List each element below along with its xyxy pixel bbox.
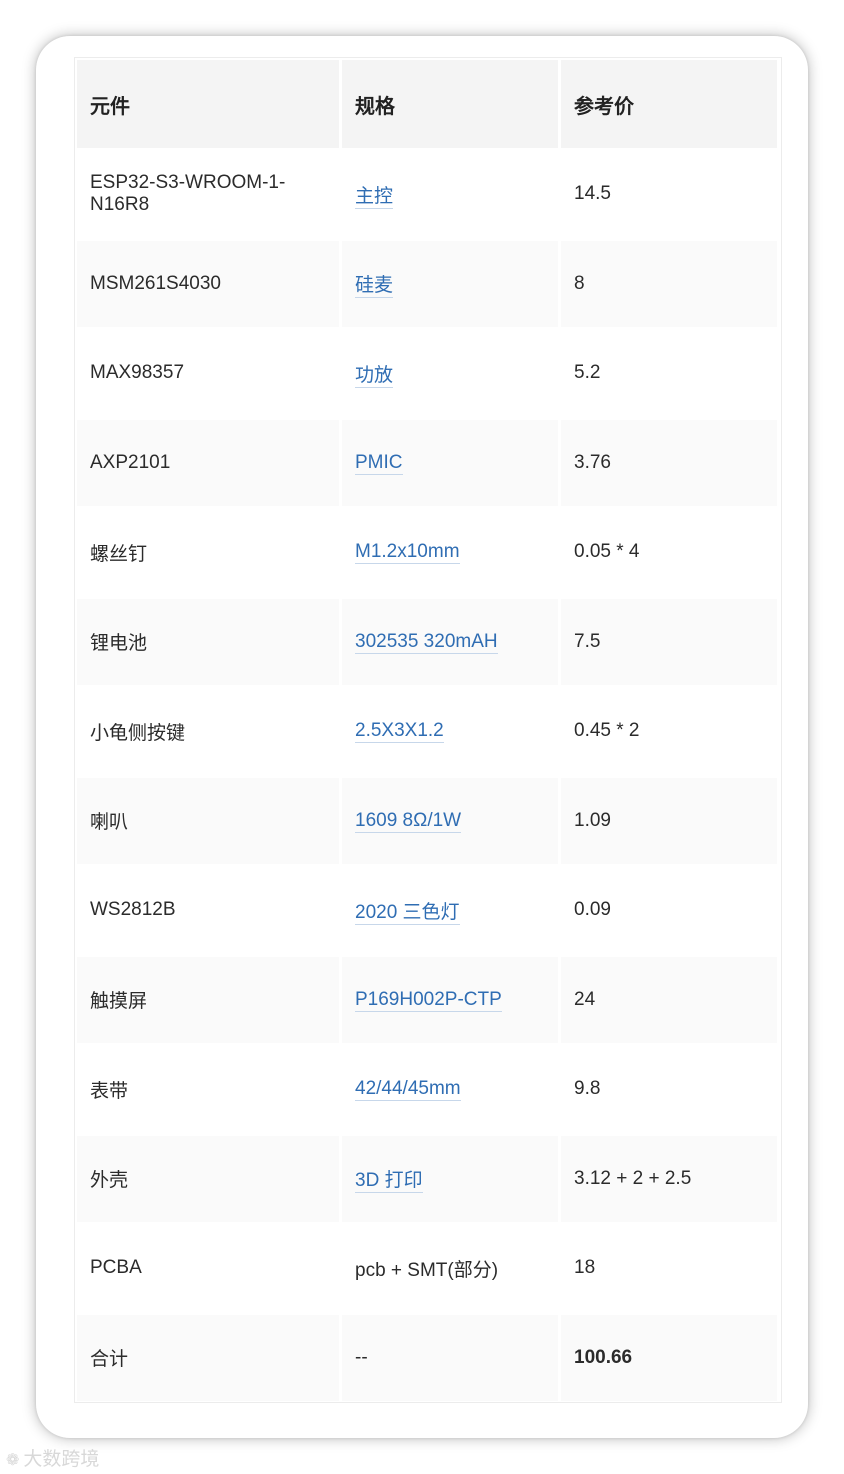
table-row: 小龟侧按键 2.5X3X1.2 0.45 * 2 bbox=[77, 688, 777, 775]
cell-component: 表带 bbox=[77, 1046, 339, 1133]
cell-total-price: 100.66 bbox=[561, 1314, 777, 1401]
header-price: 参考价 bbox=[561, 60, 777, 148]
spec-link[interactable]: 2.5X3X1.2 bbox=[355, 720, 444, 744]
cell-component: PCBA bbox=[77, 1225, 339, 1312]
header-component: 元件 bbox=[77, 60, 339, 148]
table-total-row: 合计 -- 100.66 bbox=[77, 1314, 777, 1401]
spec-link[interactable]: M1.2x10mm bbox=[355, 541, 460, 565]
cell-total-spec: -- bbox=[342, 1314, 558, 1401]
spec-link[interactable]: P169H002P-CTP bbox=[355, 988, 502, 1012]
spec-link[interactable]: 302535 320mAH bbox=[355, 630, 498, 654]
table-row: MAX98357 功放 5.2 bbox=[77, 330, 777, 417]
cell-price: 0.45 * 2 bbox=[561, 688, 777, 775]
table-row: WS2812B 2020 三色灯 0.09 bbox=[77, 867, 777, 954]
cell-component: ESP32-S3-WROOM-1-N16R8 bbox=[77, 151, 339, 238]
cell-component: 触摸屏 bbox=[77, 956, 339, 1043]
table-row: 锂电池 302535 320mAH 7.5 bbox=[77, 598, 777, 685]
cell-component: 螺丝钉 bbox=[77, 509, 339, 596]
cell-component: 小龟侧按键 bbox=[77, 688, 339, 775]
cell-price: 0.09 bbox=[561, 867, 777, 954]
table-row: 表带 42/44/45mm 9.8 bbox=[77, 1046, 777, 1133]
cell-component: MAX98357 bbox=[77, 330, 339, 417]
cell-price: 14.5 bbox=[561, 151, 777, 238]
table-row: MSM261S4030 硅麦 8 bbox=[77, 240, 777, 327]
parts-price-table: 元件 规格 参考价 ESP32-S3-WROOM-1-N16R8 主控 14.5… bbox=[74, 57, 780, 1404]
cell-spec: 功放 bbox=[342, 330, 558, 417]
spec-link[interactable]: 功放 bbox=[355, 364, 394, 388]
table-row: 外壳 3D 打印 3.12 + 2 + 2.5 bbox=[77, 1135, 777, 1222]
cell-price: 8 bbox=[561, 240, 777, 327]
spec-link[interactable]: 硅麦 bbox=[355, 275, 394, 299]
cell-component: MSM261S4030 bbox=[77, 240, 339, 327]
spec-link[interactable]: 42/44/45mm bbox=[355, 1078, 461, 1102]
cell-spec: 3D 打印 bbox=[342, 1135, 558, 1222]
cell-spec: 2.5X3X1.2 bbox=[342, 688, 558, 775]
table-header-row: 元件 规格 参考价 bbox=[77, 60, 777, 148]
spec-link[interactable]: 主控 bbox=[355, 185, 394, 209]
cell-price: 24 bbox=[561, 956, 777, 1043]
cell-component: WS2812B bbox=[77, 867, 339, 954]
header-spec: 规格 bbox=[342, 60, 558, 148]
cell-spec: P169H002P-CTP bbox=[342, 956, 558, 1043]
cell-spec: M1.2x10mm bbox=[342, 509, 558, 596]
cell-spec: 硅麦 bbox=[342, 240, 558, 327]
logo-swirl-icon: ❁ bbox=[6, 1450, 20, 1469]
cell-price: 5.2 bbox=[561, 330, 777, 417]
cell-price: 18 bbox=[561, 1225, 777, 1312]
table-row: ESP32-S3-WROOM-1-N16R8 主控 14.5 bbox=[77, 151, 777, 238]
cell-price: 1.09 bbox=[561, 777, 777, 864]
watermark: ❁ 大数跨境 bbox=[6, 1444, 99, 1471]
spec-link[interactable]: 1609 8Ω/1W bbox=[355, 809, 462, 833]
spec-link[interactable]: PMIC bbox=[355, 451, 403, 475]
cell-spec: 302535 320mAH bbox=[342, 598, 558, 685]
cell-price: 9.8 bbox=[561, 1046, 777, 1133]
table-row: AXP2101 PMIC 3.76 bbox=[77, 419, 777, 506]
cell-spec: 主控 bbox=[342, 151, 558, 238]
table-row: PCBA pcb + SMT(部分) 18 bbox=[77, 1225, 777, 1312]
cell-price: 3.12 + 2 + 2.5 bbox=[561, 1135, 777, 1222]
table-row: 螺丝钉 M1.2x10mm 0.05 * 4 bbox=[77, 509, 777, 596]
cell-component: 锂电池 bbox=[77, 598, 339, 685]
cell-spec: PMIC bbox=[342, 419, 558, 506]
cell-spec: 42/44/45mm bbox=[342, 1046, 558, 1133]
cell-spec: 2020 三色灯 bbox=[342, 867, 558, 954]
watermark-text: 大数跨境 bbox=[23, 1448, 100, 1470]
table-row: 喇叭 1609 8Ω/1W 1.09 bbox=[77, 777, 777, 864]
cell-price: 0.05 * 4 bbox=[561, 509, 777, 596]
table-row: 触摸屏 P169H002P-CTP 24 bbox=[77, 956, 777, 1043]
spec-link[interactable]: 3D 打印 bbox=[355, 1170, 423, 1194]
cell-spec: 1609 8Ω/1W bbox=[342, 777, 558, 864]
cell-total-label: 合计 bbox=[77, 1314, 339, 1401]
spec-link[interactable]: 2020 三色灯 bbox=[355, 901, 460, 925]
cell-spec: pcb + SMT(部分) bbox=[342, 1225, 558, 1312]
cell-component: AXP2101 bbox=[77, 419, 339, 506]
cell-component: 喇叭 bbox=[77, 777, 339, 864]
cell-price: 3.76 bbox=[561, 419, 777, 506]
cell-component: 外壳 bbox=[77, 1135, 339, 1222]
cell-price: 7.5 bbox=[561, 598, 777, 685]
